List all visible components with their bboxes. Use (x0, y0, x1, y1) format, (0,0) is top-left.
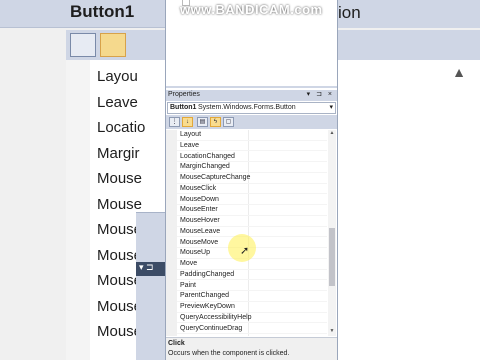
object-selector[interactable]: Button1 System.Windows.Forms.Button ▾ (167, 102, 336, 114)
event-row[interactable]: MouseClick (177, 184, 327, 195)
background-item: Locatio (97, 119, 146, 136)
object-name: Button1 (170, 104, 197, 111)
background-zoomed-left: Button1 Layou Leave Locatio Margir Mouse… (0, 0, 165, 360)
event-row[interactable]: MouseDown (177, 195, 327, 206)
description-heading: Click (168, 340, 185, 347)
background-title-bar: Button1 (0, 0, 165, 28)
background-toolbar (66, 30, 165, 60)
description-text: Occurs when the component is clicked. (168, 350, 290, 357)
visual-studio-window: Properties ▾ ⊐ × Button1 System.Windows.… (165, 0, 338, 360)
background-right-toolbar (338, 30, 480, 60)
events-icon[interactable]: ϟ (210, 117, 221, 127)
event-row[interactable]: QueryAccessibilityHelp (177, 313, 327, 324)
background-item: Mouse (97, 196, 143, 213)
background-zoomed-right: ion ▲ (338, 0, 480, 360)
event-row[interactable]: MouseHover (177, 216, 327, 227)
event-row[interactable]: MouseCaptureChange (177, 173, 327, 184)
scroll-thumb[interactable] (329, 228, 335, 286)
event-row[interactable]: QueryContinueDrag (177, 324, 327, 335)
window-controls[interactable]: ▾ ⊐ × (307, 90, 334, 98)
categorized-icon (70, 33, 96, 57)
alphabetical-icon[interactable]: ↓ (182, 117, 193, 127)
properties-header: Properties ▾ ⊐ × (166, 90, 337, 101)
background-item: Leave (97, 94, 138, 111)
properties-title: Properties (168, 91, 200, 98)
description-panel: Click Occurs when the component is click… (166, 337, 337, 360)
event-row[interactable]: PaddingChanged (177, 270, 327, 281)
event-row[interactable]: Move (177, 259, 327, 270)
event-row[interactable]: Layout (177, 130, 327, 141)
background-item: Layou (97, 68, 138, 85)
bandicam-watermark: www.BANDICAM.com (180, 2, 323, 17)
background-right-title-bar: ion (338, 0, 480, 28)
grid-gutter (166, 130, 177, 336)
background-right-title: ion (338, 3, 361, 22)
properties-toolbar: ⋮ ↓ ▤ ϟ ▢ (166, 115, 337, 129)
event-row[interactable]: ParentChanged (177, 291, 327, 302)
background-item: Mouse (97, 170, 143, 187)
event-row[interactable]: Leave (177, 141, 327, 152)
mouse-pointer-icon: ➚ (240, 245, 250, 257)
background-panel (136, 212, 165, 360)
object-type: System.Windows.Forms.Button (198, 104, 296, 111)
event-row[interactable]: MouseEnter (177, 205, 327, 216)
scroll-down-icon[interactable]: ▼ (328, 328, 336, 336)
chevron-down-icon[interactable]: ▾ (329, 103, 333, 111)
background-right-list (338, 60, 480, 360)
caret-up-icon: ▲ (452, 64, 466, 80)
event-row[interactable]: MarginChanged (177, 162, 327, 173)
properties-icon[interactable]: ▤ (197, 117, 208, 127)
event-row[interactable]: MouseLeave (177, 227, 327, 238)
background-strip (66, 60, 90, 360)
background-title: Button1 (70, 2, 135, 21)
alphabetical-icon (100, 33, 126, 57)
property-pages-icon[interactable]: ▢ (223, 117, 234, 127)
event-row[interactable]: Paint (177, 281, 327, 292)
categorized-icon[interactable]: ⋮ (169, 117, 180, 127)
events-grid: Layout Leave LocationChanged MarginChanged M… (166, 130, 337, 336)
background-panel-bar: ▾ ⊐ (136, 262, 165, 276)
vertical-scrollbar[interactable]: ▲ ▼ (328, 130, 336, 336)
scroll-up-icon[interactable]: ▲ (328, 130, 336, 138)
event-row[interactable]: LocationChanged (177, 152, 327, 163)
event-row[interactable]: PreviewKeyDown (177, 302, 327, 313)
background-item: Margir (97, 145, 140, 162)
